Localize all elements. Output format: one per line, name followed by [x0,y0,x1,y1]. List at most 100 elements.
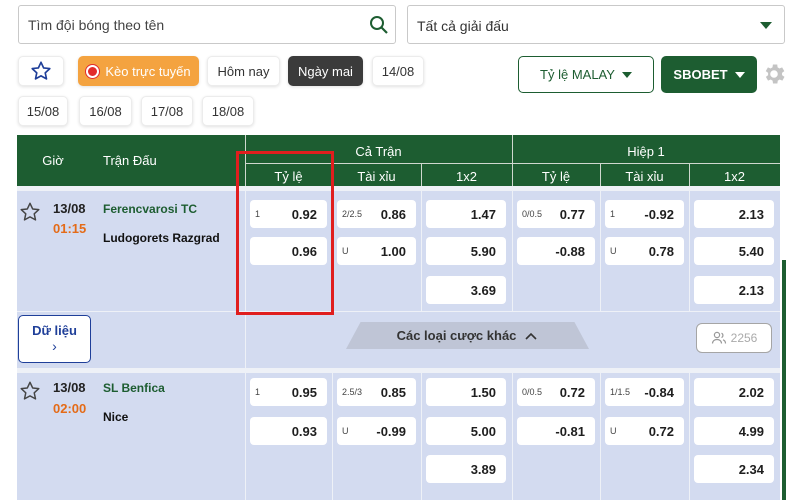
odds-cell[interactable]: 2.13 [694,200,774,228]
odds-value: -0.92 [644,207,674,222]
gear-icon[interactable] [761,61,787,87]
date-today-button[interactable]: Hôm nay [207,56,280,86]
favorite-star-icon[interactable] [19,380,41,402]
odds-cell[interactable]: 3.69 [426,276,506,304]
league-select[interactable]: Tất cả giải đấu [407,5,785,44]
odds-cell[interactable]: 5.90 [426,237,506,265]
search-icon[interactable] [369,15,389,35]
odds-value: 0.72 [559,385,585,400]
odds-cell[interactable]: 5.00 [426,417,506,445]
date-18-08-button[interactable]: 18/08 [202,96,254,126]
odds-value: 2.34 [738,462,764,477]
odds-cell[interactable]: 2.5/3 0.85 [337,378,416,406]
odds-cell[interactable]: -0.81 [517,417,595,445]
league-select-value: Tất cả giải đấu [417,18,509,34]
users-icon [711,331,726,344]
caret-down-icon [734,71,745,78]
odds-cell[interactable]: 1 0.95 [250,378,327,406]
match-date: 13/08 [53,380,86,395]
odds-value: 0.78 [648,244,674,259]
date-label: 18/08 [211,103,245,119]
odds-cell[interactable]: 2.13 [694,276,774,304]
stats-data-label: Dữ liệu [32,323,77,338]
odds-cell[interactable]: 3.89 [426,455,506,483]
odds-cell[interactable]: 0.93 [250,417,327,445]
favorites-button[interactable] [18,56,64,86]
odds-cell[interactable]: U 0.78 [605,237,684,265]
line-label: 2/2.5 [342,209,363,219]
more-bets-button[interactable]: Các loại cược khác [346,322,589,349]
odds-value: 5.90 [470,244,496,259]
date-label: 17/08 [150,103,184,119]
date-label: 14/08 [381,63,415,79]
date-14-08-button[interactable]: 14/08 [372,56,424,86]
odds-cell[interactable]: 1.47 [426,200,506,228]
match-time: 01:15 [53,221,87,236]
col-over-under-half: Tài xỉu [625,169,664,184]
odds-cell[interactable]: 1.50 [426,378,506,406]
chevron-right-icon: › [52,338,57,354]
odds-value: 0.86 [380,207,406,222]
odds-value: 2.13 [738,283,764,298]
odds-cell[interactable]: 0/0.5 0.72 [517,378,595,406]
bookmaker-label: SBOBET [673,67,728,82]
date-label: 16/08 [89,103,122,119]
odds-value: 3.69 [470,283,496,298]
odds-cell[interactable]: -0.88 [517,237,595,265]
col-time: Giờ [42,153,64,168]
away-team[interactable]: Nice [103,410,128,424]
favorite-star-icon[interactable] [19,201,41,223]
odds-value: -0.88 [555,244,585,259]
table-header: Giờ Trận Đấu Cả Trận Hiệp 1 Tỷ lệ Tài xỉ… [17,135,780,186]
odds-cell[interactable]: 1 -0.92 [605,200,684,228]
odds-value: 5.40 [738,244,764,259]
scrollbar[interactable] [782,260,786,500]
star-icon [31,61,51,80]
home-team[interactable]: Ferencvarosi TC [103,202,197,216]
line-label: 1/1.5 [610,387,631,397]
date-label: 15/08 [26,103,60,119]
live-odds-button[interactable]: Kèo trực tuyến [78,56,199,86]
col-1x2-half: 1x2 [724,169,745,184]
date-17-08-button[interactable]: 17/08 [141,96,193,126]
odds-value: 0.95 [291,385,317,400]
odds-value: 0.72 [648,424,674,439]
live-odds-label: Kèo trực tuyến [105,63,191,79]
line-label: 1 [255,387,261,397]
odds-cell[interactable]: 1/1.5 -0.84 [605,378,684,406]
col-over-under: Tài xỉu [357,169,396,184]
chevron-up-icon [525,332,537,340]
search-placeholder: Tìm đội bóng theo tên [28,17,165,33]
match-time: 02:00 [53,401,87,416]
odds-cell[interactable]: 4.99 [694,417,774,445]
odds-value: 1.47 [470,207,496,222]
date-16-08-button[interactable]: 16/08 [79,96,132,126]
odds-cell[interactable]: 2.02 [694,378,774,406]
chevron-down-icon [760,22,772,29]
odds-cell[interactable]: U 1.00 [337,237,416,265]
watchers-count[interactable]: 2256 [696,323,772,353]
odds-cell[interactable]: U -0.99 [337,417,416,445]
date-15-08-button[interactable]: 15/08 [18,96,68,126]
odds-cell[interactable]: 0/0.5 0.77 [517,200,595,228]
home-team[interactable]: SL Benfica [103,381,165,395]
date-tomorrow-button[interactable]: Ngày mai [288,56,363,86]
odds-value: -0.99 [376,424,406,439]
odds-type-dropdown[interactable]: Tỷ lệ MALAY [518,56,654,93]
search-input[interactable]: Tìm đội bóng theo tên [18,5,396,44]
odds-cell[interactable]: 2/2.5 0.86 [337,200,416,228]
odds-cell[interactable]: U 0.72 [605,417,684,445]
col-match: Trận Đấu [103,153,157,168]
away-team[interactable]: Ludogorets Razgrad [103,231,220,245]
odds-value: 0.77 [559,207,585,222]
odds-value: 2.02 [738,385,764,400]
odds-cell[interactable]: 5.40 [694,237,774,265]
col-handicap-half: Tỷ lệ [541,169,571,184]
odds-value: 2.13 [738,207,764,222]
odds-cell[interactable]: 2.34 [694,455,774,483]
stats-data-button[interactable]: Dữ liệu › [18,315,91,363]
bookmaker-dropdown[interactable]: SBOBET [661,56,757,93]
line-label: 0/0.5 [522,387,543,397]
group-first-half: Hiệp 1 [627,144,665,159]
line-label: U [342,426,349,436]
